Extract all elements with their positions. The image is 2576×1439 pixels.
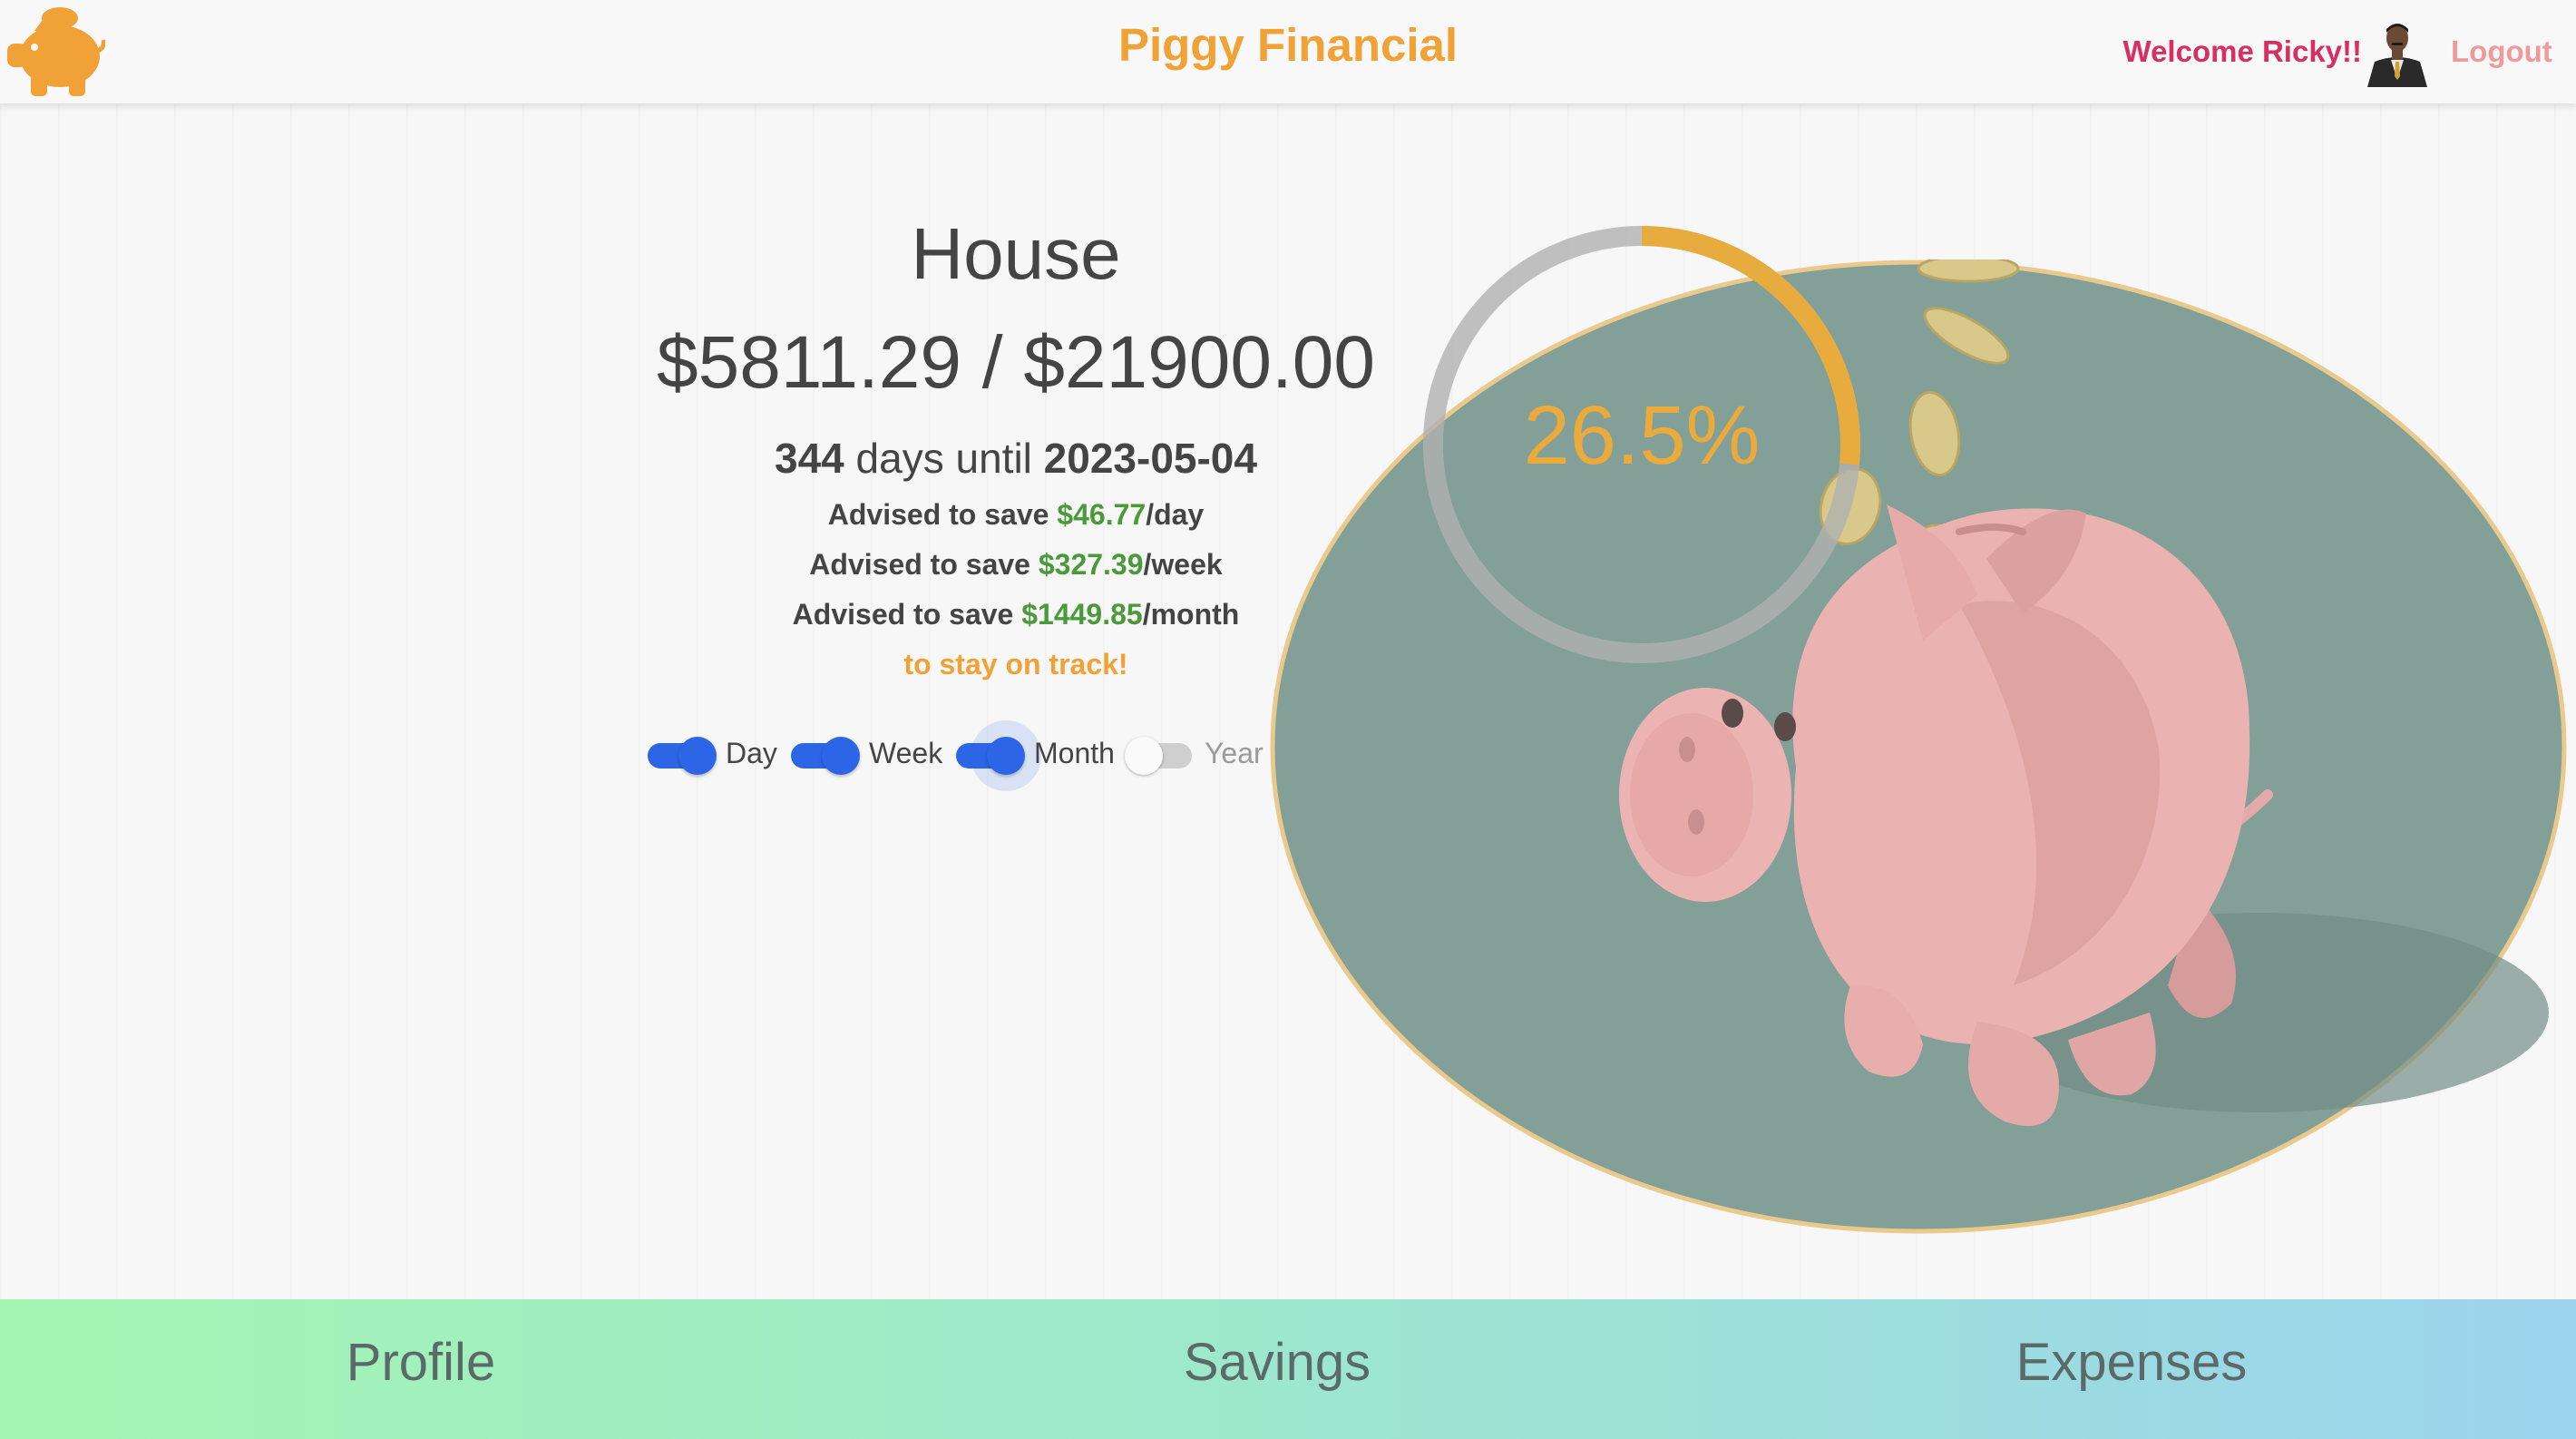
progress-percent: 26.5% [1523, 389, 1761, 482]
advice-amount: $46.77 [1057, 498, 1147, 531]
days-remaining: 344 [775, 435, 844, 482]
toggle-label: Month [1034, 737, 1115, 769]
app-header: Piggy Financial Welcome Ricky!! Logout [0, 0, 2576, 103]
toggle-knob[interactable] [678, 737, 717, 775]
advice-prefix: Advised to save [827, 498, 1049, 531]
nav-expenses[interactable]: Expenses [1905, 1332, 2358, 1393]
bottom-nav: Profile Savings Expenses [0, 1299, 2576, 1439]
advice-amount: $1449.85 [1021, 598, 1143, 631]
advice-unit: /week [1143, 548, 1223, 581]
toggle-label: Day [726, 737, 777, 769]
advice-prefix: Advised to save [809, 548, 1030, 581]
welcome-message: Welcome Ricky!! [2122, 34, 2362, 68]
advice-prefix: Advised to save [792, 598, 1014, 631]
advice-unit: /month [1142, 598, 1240, 631]
target-amount: $21900.00 [1023, 321, 1375, 404]
nav-profile[interactable]: Profile [194, 1332, 648, 1393]
toggle-knob[interactable] [1125, 737, 1163, 775]
on-track-message: to stay on track! [903, 648, 1128, 680]
goal-amount: $5811.29 / $21900.00 [608, 308, 1424, 417]
advice-unit: /day [1146, 498, 1205, 531]
goal-deadline: 344 days until 2023-05-04 [608, 426, 1424, 490]
advice-week: Advised to save $327.39/week [608, 540, 1424, 590]
amount-separator: / [981, 321, 1003, 404]
goal-name: House [911, 213, 1121, 294]
toggle-knob[interactable] [987, 737, 1025, 775]
logout-link[interactable]: Logout [2451, 34, 2552, 69]
nav-savings[interactable]: Savings [1050, 1332, 1504, 1393]
toggle-label: Year [1205, 737, 1264, 769]
user-avatar[interactable] [2362, 16, 2433, 87]
goal-date: 2023-05-04 [1043, 435, 1257, 482]
saved-amount: $5811.29 [657, 321, 961, 404]
toggle-knob[interactable] [822, 737, 860, 775]
toggle-label: Week [869, 737, 943, 769]
advice-amount: $327.39 [1038, 548, 1144, 581]
goal-summary: House $5811.29 / $21900.00 344 days unti… [608, 191, 1424, 690]
advice-day: Advised to save $46.77/day [608, 490, 1424, 540]
days-until-text: days until [855, 435, 1032, 482]
advice-month: Advised to save $1449.85/month [608, 590, 1424, 640]
